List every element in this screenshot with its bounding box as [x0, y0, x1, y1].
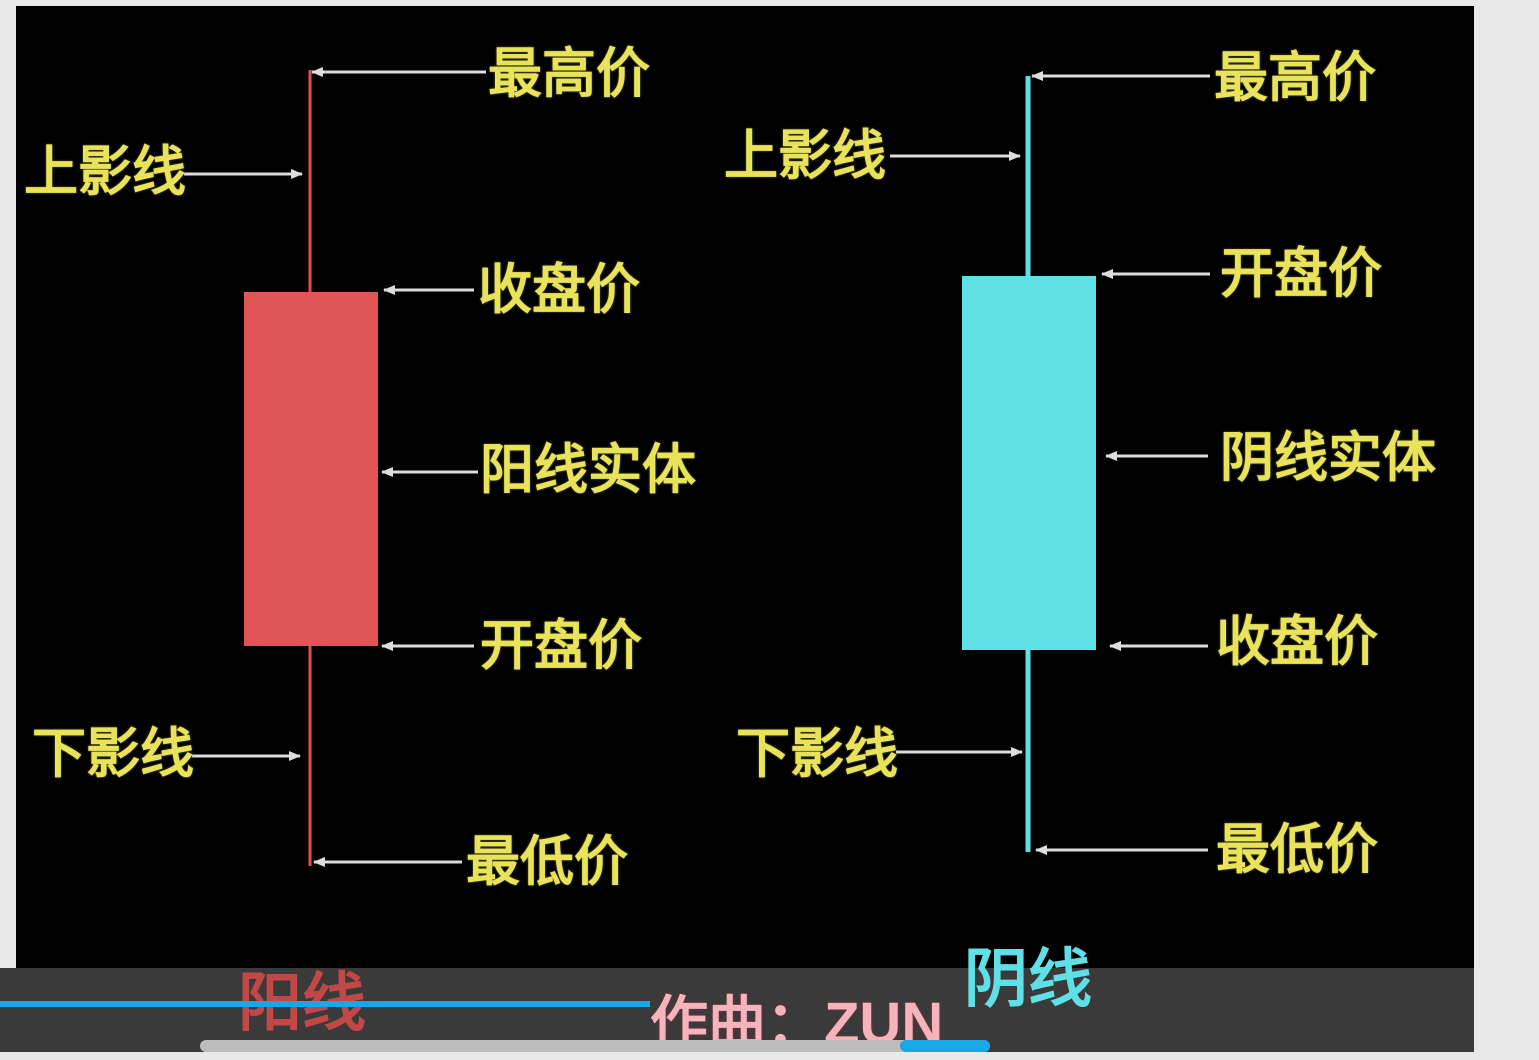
video-frame: 最高价 上影线 收盘价 阳线实体 开盘价 下影线 最低价 最高价 上影线 开盘价… [16, 6, 1474, 1052]
yin-label-upper-shadow: 上影线 [724, 123, 886, 187]
yin-label-high: 最高价 [1214, 45, 1376, 109]
yang-body [244, 292, 378, 646]
yang-label-body: 阳线实体 [480, 437, 696, 501]
yin-label-body: 阴线实体 [1220, 425, 1436, 489]
yin-label-close: 收盘价 [1216, 609, 1378, 673]
video-progress-bar[interactable] [0, 1001, 650, 1007]
scrollbar-thumb[interactable] [900, 1040, 990, 1052]
yang-label-lower-shadow: 下影线 [32, 721, 194, 785]
yang-label-high: 最高价 [488, 41, 650, 105]
yin-body [962, 276, 1096, 650]
yang-label-low: 最低价 [466, 829, 628, 893]
yin-label-low: 最低价 [1216, 817, 1378, 881]
yang-label-upper-shadow: 上影线 [24, 139, 186, 203]
yin-label-lower-shadow: 下影线 [736, 721, 898, 785]
horizontal-scrollbar[interactable] [200, 1040, 990, 1052]
yin-title: 阴线 [964, 942, 1092, 1017]
yang-label-close: 收盘价 [478, 257, 640, 321]
yang-label-open: 开盘价 [480, 613, 642, 677]
yin-label-open: 开盘价 [1220, 241, 1382, 305]
